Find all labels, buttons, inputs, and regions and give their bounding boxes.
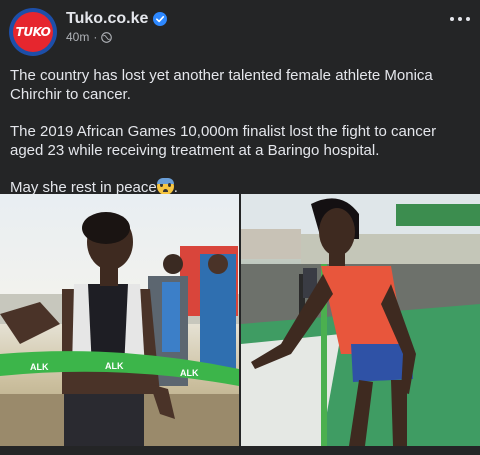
page-name-row: Tuko.co.ke <box>66 10 168 28</box>
finish-tape-text: ALK <box>180 368 199 378</box>
globe-icon <box>101 31 113 43</box>
avatar-logo-text: TUKO <box>15 25 51 39</box>
more-dot <box>466 17 470 21</box>
post-paragraph: The 2019 African Games 10,000m finalist … <box>10 123 437 159</box>
post-header: TUKO Tuko.co.ke 40m · <box>0 0 480 62</box>
photo-athlete-track[interactable] <box>241 194 480 446</box>
page-name-link[interactable]: Tuko.co.ke <box>66 10 148 28</box>
finish-tape-text: ALK <box>105 361 124 371</box>
post-footer-edge <box>0 446 480 455</box>
avatar-logo: TUKO <box>13 12 53 52</box>
post-meta: 40m · <box>66 30 113 44</box>
finish-tape-text: ALK <box>30 362 49 372</box>
more-dot <box>458 17 462 21</box>
post-photos[interactable]: ALK ALK ALK <box>0 194 480 446</box>
anxious-face-icon <box>156 178 174 195</box>
facebook-post: TUKO Tuko.co.ke 40m · The country has lo… <box>0 0 480 455</box>
post-paragraph: The country has lost yet another talente… <box>10 67 433 103</box>
verified-badge-icon <box>153 12 168 26</box>
meta-separator: · <box>93 30 98 44</box>
page-avatar[interactable]: TUKO <box>9 8 57 56</box>
post-body: The country has lost yet another talente… <box>10 66 470 215</box>
track-illustration <box>241 194 480 446</box>
photo-finish-line[interactable]: ALK ALK ALK <box>0 194 239 446</box>
more-dot <box>450 17 454 21</box>
finish-line-illustration: ALK ALK ALK <box>0 212 239 446</box>
post-timestamp[interactable]: 40m <box>66 30 89 44</box>
more-options-icon[interactable] <box>450 14 470 24</box>
